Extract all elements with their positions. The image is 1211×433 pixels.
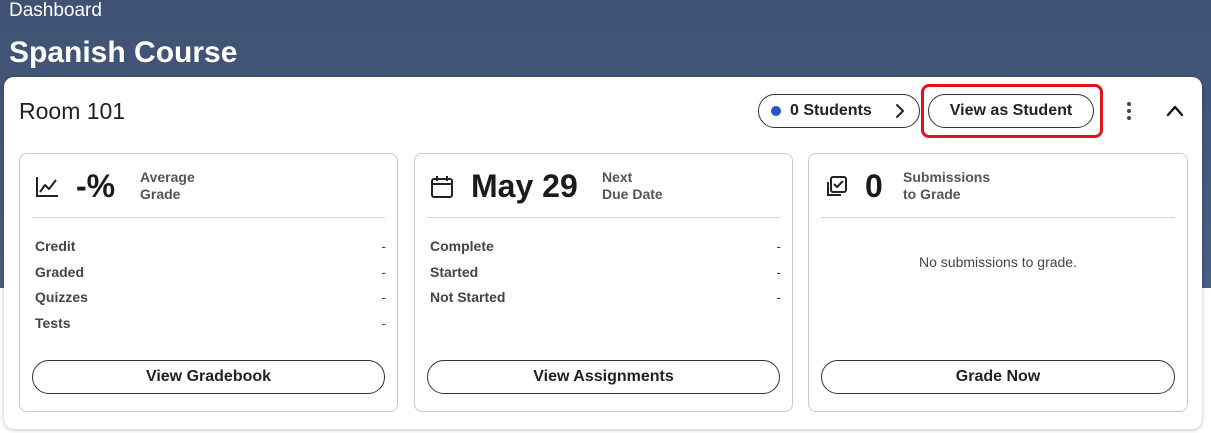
list-item: Complete - (430, 238, 781, 254)
list-item: Tests - (35, 315, 386, 332)
status-dot (771, 106, 781, 116)
list-item: Graded - (35, 263, 386, 280)
divider (32, 217, 385, 218)
grade-now-button[interactable]: Grade Now (821, 360, 1175, 394)
list-item: Not Started - (430, 289, 781, 306)
more-options-icon[interactable] (1120, 99, 1138, 123)
room-card: Room 101 0 Students View as Student -% A… (4, 77, 1202, 429)
due-date-panel: May 29 Next Due Date Complete - Started - … (414, 153, 793, 412)
students-label: 0 Students (790, 102, 872, 119)
due-date-value: May 29 (471, 168, 578, 204)
breadcrumb[interactable]: Dashboard (9, 0, 102, 22)
list-item: Quizzes - (35, 289, 386, 306)
list-item: Started - (430, 263, 781, 280)
chevron-up-icon[interactable] (1164, 101, 1186, 121)
due-date-label: Next Due Date (602, 169, 663, 202)
average-grade-label: Average Grade (140, 169, 195, 202)
checkbox-stack-icon (823, 174, 849, 200)
view-assignments-button[interactable]: View Assignments (427, 360, 780, 394)
view-as-student-button[interactable]: View as Student (928, 94, 1094, 128)
submissions-label: Submissions to Grade (903, 169, 991, 202)
submissions-count: 0 (865, 168, 883, 204)
list-item: Credit - (35, 238, 386, 254)
average-grade-value: -% (76, 168, 116, 204)
empty-message: No submissions to grade. (919, 254, 1077, 270)
divider (427, 217, 780, 218)
calendar-icon (429, 174, 455, 200)
room-name: Room 101 (19, 98, 126, 124)
chevron-right-icon (895, 103, 905, 124)
chart-line-icon (34, 174, 60, 200)
page-title: Spanish Course (9, 36, 238, 69)
view-gradebook-button[interactable]: View Gradebook (32, 360, 385, 394)
average-grade-panel: -% Average Grade Credit - Graded - Quizzes… (19, 153, 398, 412)
submissions-panel: 0 Submissions to Grade No submissions to… (808, 153, 1188, 412)
divider (821, 217, 1175, 218)
students-button[interactable]: 0 Students (758, 94, 920, 128)
